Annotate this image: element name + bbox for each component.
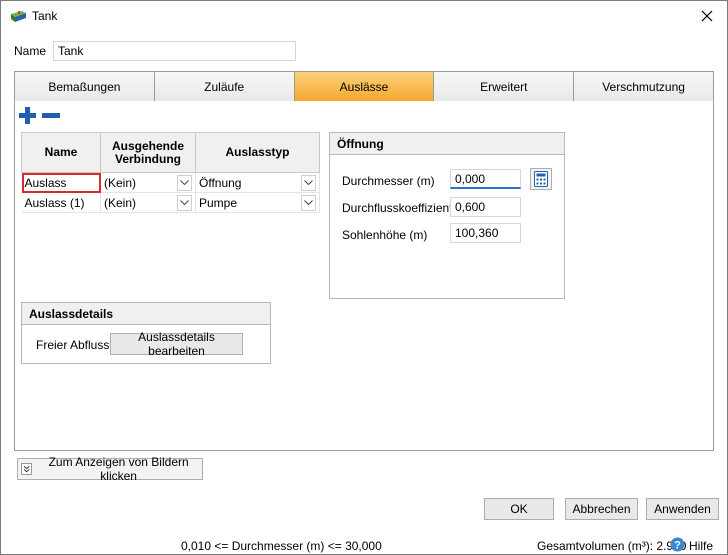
diameter-label: Durchmesser (m) (342, 174, 435, 188)
calculator-button[interactable] (530, 168, 552, 190)
title-bar: Tank (1, 1, 727, 31)
column-header-name[interactable]: Name (21, 132, 101, 173)
plus-icon[interactable] (19, 107, 36, 124)
edit-details-button[interactable]: Auslassdetails bearbeiten (110, 330, 243, 358)
chevron-down-icon[interactable] (177, 194, 192, 211)
column-header-connection[interactable]: Ausgehende Verbindung (100, 132, 196, 173)
details-group-title: Auslassdetails (22, 303, 270, 325)
tab-erweitert[interactable]: Erweitert (434, 72, 575, 101)
opening-group: Öffnung (329, 132, 565, 299)
minus-icon[interactable] (42, 107, 60, 124)
help-icon[interactable]: ? (670, 537, 685, 552)
range-hint: 0,010 <= Durchmesser (m) <= 30,000 (181, 539, 382, 553)
chevron-down-icon[interactable] (301, 194, 316, 211)
name-input[interactable] (53, 41, 296, 61)
ok-button[interactable]: OK (484, 498, 554, 520)
tab-auslaesse[interactable]: Auslässe (294, 72, 435, 101)
show-images-label: Zum Anzeigen von Bildern klicken (48, 455, 189, 483)
type-value: Öffnung (199, 175, 242, 190)
tab-bemassungen[interactable]: Bemaßungen (15, 72, 155, 101)
outlet-grid: Name Ausgehende Verbindung Auslasstyp Au… (21, 132, 320, 213)
table-row[interactable]: Auslass (1) (Kein) Pumpe (21, 192, 320, 213)
column-header-type[interactable]: Auslasstyp (195, 132, 320, 173)
svg-text:?: ? (674, 540, 681, 552)
double-chevron-down-icon (21, 463, 33, 475)
outlet-name-cell[interactable]: Auslass (21, 172, 101, 193)
opening-group-title: Öffnung (330, 133, 564, 155)
close-icon (701, 10, 713, 22)
tab-zulaeufe[interactable]: Zuläufe (154, 72, 295, 101)
chevron-down-icon[interactable] (177, 174, 192, 191)
connection-cell[interactable]: (Kein) (100, 172, 196, 193)
apply-button[interactable]: Anwenden (646, 498, 719, 520)
table-row[interactable]: Auslass (Kein) Öffnung (21, 172, 320, 193)
type-value: Pumpe (199, 195, 238, 210)
outlet-name-cell[interactable]: Auslass (1) (21, 192, 101, 213)
type-cell[interactable]: Pumpe (195, 192, 320, 213)
calculator-icon (534, 171, 548, 187)
chevron-down-icon[interactable] (301, 174, 316, 191)
coefficient-input[interactable] (450, 197, 521, 217)
tab-verschmutzung[interactable]: Verschmutzung (574, 72, 713, 101)
dialog-window: Tank Name Bemaßungen Zuläufe Auslässe Er… (0, 0, 728, 555)
diameter-input[interactable] (450, 169, 521, 189)
bottom-height-input[interactable] (450, 223, 521, 243)
bottom-height-label: Sohlenhöhe (m) (342, 228, 428, 242)
window-title: Tank (32, 9, 58, 23)
close-button[interactable] (691, 5, 723, 27)
type-cell[interactable]: Öffnung (195, 172, 320, 193)
tank-app-icon (11, 11, 26, 22)
connection-value: (Kein) (104, 175, 137, 190)
free-outflow-label: Freier Abfluss (36, 338, 110, 352)
connection-value: (Kein) (104, 195, 137, 210)
total-volume: Gesamtvolumen (m³): 2.990 (537, 539, 687, 553)
coefficient-label: Durchflusskoeffizient (342, 201, 453, 215)
help-link[interactable]: Hilfe (689, 539, 713, 553)
name-label: Name (14, 44, 47, 58)
cancel-button[interactable]: Abbrechen (565, 498, 638, 520)
show-images-button[interactable]: Zum Anzeigen von Bildern klicken (17, 455, 203, 483)
connection-cell[interactable]: (Kein) (100, 192, 196, 213)
tab-bar: Bemaßungen Zuläufe Auslässe Erweitert Ve… (14, 71, 714, 101)
